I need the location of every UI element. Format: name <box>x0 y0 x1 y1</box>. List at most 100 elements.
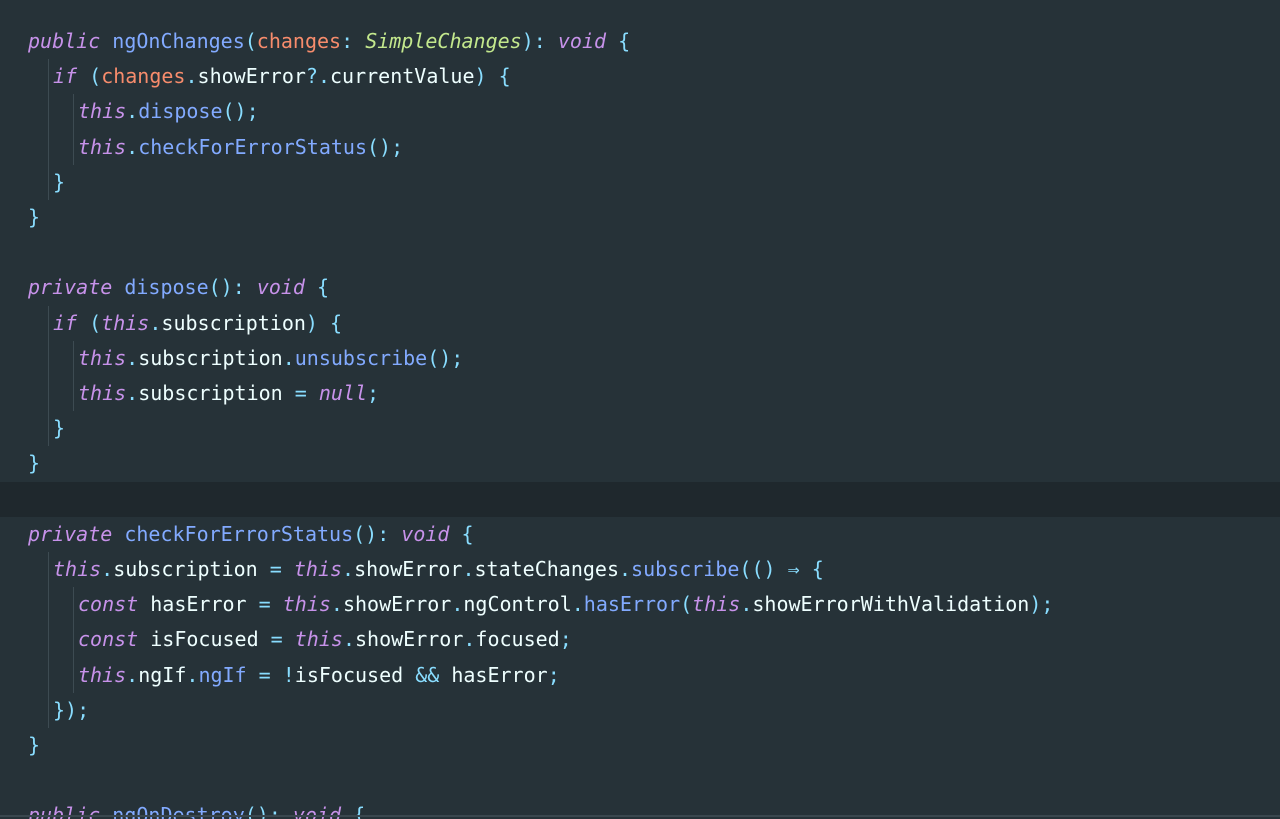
code-token: } <box>28 205 41 229</box>
code-token: ngOnChanges <box>112 29 245 53</box>
code-line[interactable]: if (changes.showError?.currentValue) { <box>0 59 1280 94</box>
code-token: hasError <box>439 662 548 687</box>
code-token: this <box>294 627 343 652</box>
code-token: currentValue <box>330 64 475 89</box>
code-token: ) <box>305 310 318 335</box>
code-token: . <box>185 64 198 89</box>
code-line[interactable]: } <box>0 165 1280 200</box>
code-token: . <box>126 662 139 687</box>
code-token: unsubscribe <box>294 345 428 370</box>
code-token: { <box>618 29 631 53</box>
code-token: ; <box>547 662 560 687</box>
code-token: isFocused <box>138 627 271 652</box>
code-token: && <box>415 662 440 687</box>
code-token: ( <box>680 592 693 617</box>
code-token: ( <box>89 64 102 89</box>
code-token: this <box>78 662 127 687</box>
code-line[interactable]: } <box>0 446 1280 481</box>
code-token: showError <box>354 557 463 581</box>
code-token: } <box>53 416 66 441</box>
code-token: = <box>269 557 282 581</box>
code-token: . <box>126 345 139 370</box>
code-token: = <box>258 592 271 617</box>
code-token: ); <box>1029 592 1054 617</box>
code-line[interactable]: this.subscription = this.showError.state… <box>0 552 1280 587</box>
code-token: . <box>462 557 475 581</box>
code-token: this <box>692 592 741 617</box>
code-token: dispose <box>124 275 209 300</box>
code-token: { <box>317 275 330 300</box>
code-token: subscription <box>161 310 306 335</box>
code-token: void <box>401 521 450 546</box>
code-line[interactable] <box>0 481 1280 517</box>
code-line[interactable]: this.checkForErrorStatus(); <box>0 130 1280 165</box>
code-token: dispose <box>138 99 223 124</box>
code-line[interactable]: if (this.subscription) { <box>0 306 1280 341</box>
code-token: this <box>282 592 331 617</box>
code-token: { <box>461 521 474 546</box>
code-token: . <box>342 557 355 581</box>
code-line[interactable]: }); <box>0 693 1280 728</box>
indent-guide <box>73 340 74 412</box>
code-token: this <box>53 557 102 581</box>
code-token: isFocused <box>294 662 416 687</box>
code-token: = <box>270 627 283 652</box>
code-line[interactable]: const hasError = this.showError.ngContro… <box>0 587 1280 622</box>
code-line[interactable]: const isFocused = this.showError.focused… <box>0 622 1280 657</box>
code-token: void <box>557 29 607 53</box>
code-token: . <box>126 134 139 159</box>
code-token: . <box>571 592 584 617</box>
code-line[interactable]: this.subscription = null; <box>0 376 1280 411</box>
code-line[interactable] <box>0 763 1280 798</box>
code-token: changes <box>101 64 186 89</box>
code-token: subscribe <box>631 557 740 581</box>
code-token: if <box>53 64 78 89</box>
code-line[interactable]: this.dispose(); <box>0 94 1280 129</box>
code-line[interactable]: } <box>0 728 1280 763</box>
code-line[interactable]: } <box>0 411 1280 446</box>
code-token: showErrorWithValidation <box>752 592 1030 617</box>
code-token: . <box>149 310 162 335</box>
code-line[interactable]: this.ngIf.ngIf = !isFocused && hasError; <box>0 658 1280 693</box>
code-line[interactable]: private checkForErrorStatus(): void { <box>0 517 1280 552</box>
code-line[interactable]: this.subscription.unsubscribe(); <box>0 341 1280 376</box>
code-token: } <box>28 733 41 757</box>
code-token: stateChanges <box>474 557 620 581</box>
code-token: this <box>78 381 127 405</box>
code-token: . <box>463 627 476 652</box>
code-token: ( <box>89 310 102 335</box>
code-editor[interactable]: public ngOnChanges(changes: SimpleChange… <box>0 0 1280 819</box>
code-line[interactable] <box>0 235 1280 270</box>
code-token: showError <box>342 592 452 617</box>
code-token: . <box>740 592 753 617</box>
code-token: ngIf <box>198 662 247 687</box>
code-line[interactable]: } <box>0 200 1280 235</box>
code-token: . <box>342 627 355 652</box>
code-token: (): <box>208 275 257 300</box>
code-token: hasError <box>138 592 259 617</box>
code-token: const <box>78 592 139 617</box>
code-token: SimpleChanges <box>365 29 522 53</box>
code-token: . <box>186 662 199 687</box>
code-token: . <box>330 592 343 617</box>
code-token: = <box>258 662 271 687</box>
code-line[interactable]: private dispose(): void { <box>0 270 1280 305</box>
code-token: . <box>451 592 464 617</box>
code-token: { <box>330 310 343 335</box>
code-token: private <box>28 275 113 300</box>
code-token: subscription <box>138 381 295 405</box>
code-token: ( <box>244 29 257 53</box>
code-token: }); <box>53 697 90 722</box>
code-line[interactable]: public ngOnChanges(changes: SimpleChange… <box>0 24 1280 59</box>
code-token: (() <box>739 557 788 581</box>
code-token: (); <box>367 134 404 159</box>
code-token: showError <box>354 627 464 652</box>
